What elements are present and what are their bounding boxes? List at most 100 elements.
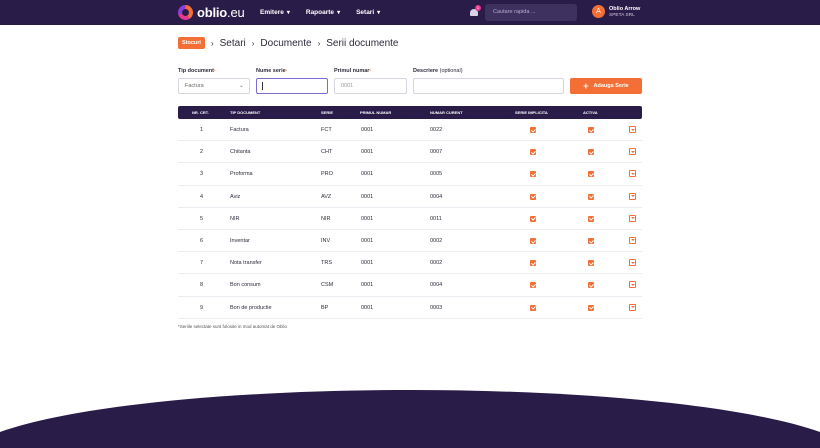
cell-nr: 2 [200, 149, 204, 156]
activa-checkbox[interactable] [588, 282, 594, 289]
chevron-right-icon: › [210, 38, 214, 48]
notifications-bell-icon[interactable]: 1 [469, 5, 481, 18]
row-actions-dropdown-icon[interactable] [629, 170, 636, 178]
cell-primul-numar: 0001 [361, 260, 374, 267]
cell-primul-numar: 0001 [361, 304, 374, 311]
add-series-form: Tip document* Factura ⌄ Nume serie* Prim… [178, 68, 642, 98]
cell-serie: CSM [321, 282, 334, 289]
cell-serie: CHT [321, 149, 333, 156]
user-avatar: A [592, 5, 605, 18]
footer-wave [0, 390, 820, 448]
descriere-input[interactable] [413, 78, 564, 94]
nav-item-setari[interactable]: Setari ▾ [356, 9, 380, 16]
breadcrumb-item-documente[interactable]: Documente [260, 38, 311, 49]
row-actions-dropdown-icon[interactable] [629, 192, 636, 200]
table-row: 1 Factura FCT 0001 0022 [178, 119, 642, 142]
breadcrumb: Stocuri › Setari › Documente › Serii doc… [178, 37, 399, 49]
serie-implicita-checkbox[interactable] [530, 171, 536, 178]
cell-tip-document: Nota transfer [230, 260, 262, 267]
primul-numar-placeholder: 0001 [341, 83, 354, 89]
primul-numar-label: Primul numar [334, 68, 370, 74]
nume-serie-input[interactable] [256, 78, 328, 94]
breadcrumb-badge-stocuri[interactable]: Stocuri [178, 37, 205, 49]
cell-numar-curent: 0022 [430, 127, 443, 133]
add-series-button-label: Adauga Serie [593, 83, 629, 89]
activa-checkbox[interactable] [588, 171, 594, 178]
table-row: 6 Inventar INV 0001 0002 [178, 230, 642, 253]
tip-document-value: Factura [185, 83, 204, 89]
activa-checkbox[interactable] [588, 149, 594, 156]
tip-document-select[interactable]: Factura ⌄ [178, 78, 250, 94]
nav-item-label: Emitere [260, 9, 284, 16]
row-actions-dropdown-icon[interactable] [629, 148, 636, 156]
row-actions-dropdown-icon[interactable] [629, 126, 636, 133]
serie-implicita-checkbox[interactable] [530, 193, 536, 200]
cell-tip-document: NIR [230, 215, 240, 222]
oblio-logo[interactable]: oblio.eu [178, 5, 245, 20]
serie-implicita-checkbox[interactable] [530, 127, 536, 133]
serie-implicita-checkbox[interactable] [530, 282, 536, 289]
cell-primul-numar: 0001 [361, 171, 374, 178]
cell-primul-numar: 0001 [361, 215, 374, 222]
descriere-optional-hint: (optional) [439, 68, 463, 74]
descriere-label: Descriere [413, 68, 439, 74]
cell-serie: NIR [321, 215, 331, 222]
primul-numar-input[interactable]: 0001 [334, 78, 407, 94]
add-series-button[interactable]: + Adauga Serie [570, 78, 642, 94]
row-actions-dropdown-icon[interactable] [629, 214, 636, 222]
col-tip-document: TIP DOCUMENT [230, 110, 261, 115]
row-actions-dropdown-icon[interactable] [629, 303, 636, 311]
activa-checkbox[interactable] [588, 127, 594, 133]
footnote: *Seriile selectate sunt folosite in mod … [178, 324, 288, 329]
breadcrumb-item-setari[interactable]: Setari [220, 38, 246, 49]
cell-nr: 3 [200, 171, 204, 178]
serie-implicita-checkbox[interactable] [530, 149, 536, 156]
col-nr-crt: NR. CRT. [192, 110, 209, 115]
chevron-down-icon: ▾ [337, 10, 341, 16]
logo-main-text: oblio [197, 5, 228, 20]
nav-item-emitere[interactable]: Emitere ▾ [260, 9, 290, 16]
table-body: 1 Factura FCT 0001 0022 2 Chitanta CHT 0001 0007 3… [178, 119, 642, 319]
table-row: 9 Bon de productie BP 0001 0003 [178, 297, 642, 319]
chevron-right-icon: › [317, 38, 321, 48]
row-actions-dropdown-icon[interactable] [629, 259, 636, 267]
activa-checkbox[interactable] [588, 260, 594, 267]
serie-implicita-checkbox[interactable] [530, 237, 536, 244]
user-menu[interactable]: A Oblio Arrow SPETA SRL [592, 5, 640, 18]
logo-tld-text: .eu [227, 5, 245, 20]
notification-badge: 1 [475, 5, 481, 11]
serie-implicita-checkbox[interactable] [530, 304, 536, 311]
cell-nr: 1 [200, 127, 204, 133]
nav-item-rapoarte[interactable]: Rapoarte ▾ [306, 9, 340, 16]
table-row: 7 Nota transfer TRS 0001 0002 [178, 252, 642, 275]
nav-item-label: Rapoarte [305, 9, 335, 16]
cell-tip-document: Bon de productie [230, 304, 272, 311]
nume-serie-label: Nume serie [256, 68, 286, 74]
activa-checkbox[interactable] [588, 237, 594, 244]
cell-tip-document: Bon consum [230, 282, 261, 289]
row-actions-dropdown-icon[interactable] [629, 281, 636, 289]
cell-tip-document: Aviz [230, 193, 241, 200]
cell-serie: INV [321, 237, 331, 244]
table-row: 3 Proforma PRO 0001 0005 [178, 163, 642, 186]
cell-numar-curent: 0011 [430, 215, 442, 222]
cell-nr: 9 [200, 304, 204, 311]
cell-serie: AVZ [321, 193, 332, 200]
col-numar-curent: NUMAR CURENT [430, 110, 463, 115]
serie-implicita-checkbox[interactable] [530, 215, 536, 222]
cell-tip-document: Factura [230, 127, 249, 133]
cell-nr: 4 [200, 193, 204, 200]
cell-numar-curent: 0002 [430, 260, 443, 267]
cell-tip-document: Proforma [230, 171, 253, 178]
serie-implicita-checkbox[interactable] [530, 260, 536, 267]
chevron-down-icon: ▾ [377, 10, 381, 16]
activa-checkbox[interactable] [588, 304, 594, 311]
activa-checkbox[interactable] [588, 193, 594, 200]
chevron-right-icon: › [251, 38, 255, 48]
quick-search-input[interactable] [485, 4, 577, 21]
page-title: Serii documente [326, 37, 399, 49]
cell-nr: 5 [200, 215, 204, 222]
row-actions-dropdown-icon[interactable] [629, 236, 636, 244]
cell-serie: PRO [321, 171, 333, 178]
activa-checkbox[interactable] [588, 215, 594, 222]
